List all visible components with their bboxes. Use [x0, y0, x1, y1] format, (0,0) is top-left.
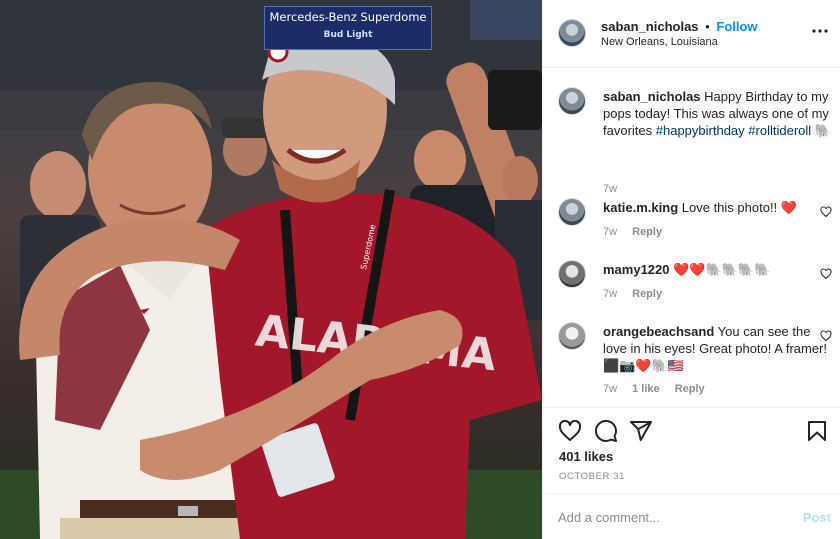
instagram-post: ALABAMA Superdome Mercedes-Benz Superdom…	[0, 0, 840, 539]
author-header-line: saban_nicholas • Follow	[601, 19, 758, 34]
heart-icon[interactable]	[558, 419, 582, 443]
action-bar: 401 likes OCTOBER 31	[543, 407, 840, 493]
commenter-avatar[interactable]	[558, 260, 586, 288]
reply-button[interactable]: Reply	[632, 226, 662, 238]
caption-avatar[interactable]	[558, 87, 586, 115]
add-comment-bar: Post	[543, 493, 840, 539]
comment-time[interactable]: 7w	[603, 383, 617, 395]
comment-like-heart-icon[interactable]	[820, 330, 832, 342]
bookmark-icon[interactable]	[805, 419, 829, 443]
commenter-avatar[interactable]	[558, 322, 586, 350]
comments-list[interactable]: saban_nicholas Happy Birthday to my pops…	[543, 69, 840, 407]
comment-username[interactable]: mamy1220	[603, 262, 670, 277]
comment-body: ❤️❤️🐘🐘🐘🐘	[673, 262, 771, 277]
comment-text: orangebeachsand You can see the love in …	[603, 323, 833, 374]
caption-time[interactable]: 7w	[603, 183, 617, 195]
comment-body: Love this photo!! ❤️	[681, 200, 797, 215]
comment-meta: 7w Reply	[603, 226, 674, 238]
comment-username[interactable]: katie.m.king	[603, 200, 678, 215]
commenter-avatar[interactable]	[558, 198, 586, 226]
post-header: saban_nicholas • Follow New Orleans, Lou…	[543, 0, 840, 68]
caption-username[interactable]: saban_nicholas	[603, 89, 701, 104]
share-icon[interactable]	[629, 419, 653, 443]
arena-sign: Mercedes-Benz Superdome Bud Light	[264, 6, 432, 50]
comment-input[interactable]	[558, 506, 778, 528]
author-username[interactable]: saban_nicholas	[601, 19, 699, 34]
author-avatar[interactable]	[558, 19, 586, 47]
arena-sign-title: Mercedes-Benz Superdome	[269, 10, 427, 24]
comment-icon[interactable]	[594, 419, 618, 443]
follow-button[interactable]: Follow	[716, 19, 757, 34]
comment-text: katie.m.king Love this photo!! ❤️	[603, 199, 833, 216]
comment-meta: 7w Reply	[603, 288, 674, 300]
caption-meta: 7w	[603, 183, 629, 195]
comment-like-heart-icon[interactable]	[820, 206, 832, 218]
photo-illustration: ALABAMA Superdome	[0, 0, 542, 539]
comment-username[interactable]: orangebeachsand	[603, 324, 714, 339]
comment-meta: 7w 1 like Reply	[603, 383, 717, 395]
more-options-icon[interactable]	[812, 24, 828, 38]
hashtag-rolltideroll[interactable]: #rolltideroll	[748, 123, 811, 138]
hashtag-happybirthday[interactable]: #happybirthday	[656, 123, 745, 138]
post-photo[interactable]: ALABAMA Superdome Mercedes-Benz Superdom…	[0, 0, 542, 539]
comment-like-heart-icon[interactable]	[820, 268, 832, 280]
reply-button[interactable]: Reply	[632, 288, 662, 300]
comment-time[interactable]: 7w	[603, 226, 617, 238]
arena-sign-sub: Bud Light	[323, 30, 373, 40]
comment-like-count[interactable]: 1 like	[632, 383, 660, 395]
post-sidebar: saban_nicholas • Follow New Orleans, Lou…	[542, 0, 840, 539]
post-location[interactable]: New Orleans, Louisiana	[601, 36, 718, 48]
comment-text: mamy1220 ❤️❤️🐘🐘🐘🐘	[603, 261, 833, 278]
comment-time[interactable]: 7w	[603, 288, 617, 300]
post-date[interactable]: OCTOBER 31	[559, 471, 625, 482]
header-separator: •	[705, 19, 710, 34]
elephant-emoji: 🐘	[814, 123, 831, 138]
reply-button[interactable]: Reply	[675, 383, 705, 395]
post-comment-button[interactable]: Post	[803, 510, 831, 525]
like-count[interactable]: 401 likes	[559, 449, 613, 464]
caption-text: saban_nicholas Happy Birthday to my pops…	[603, 88, 833, 139]
